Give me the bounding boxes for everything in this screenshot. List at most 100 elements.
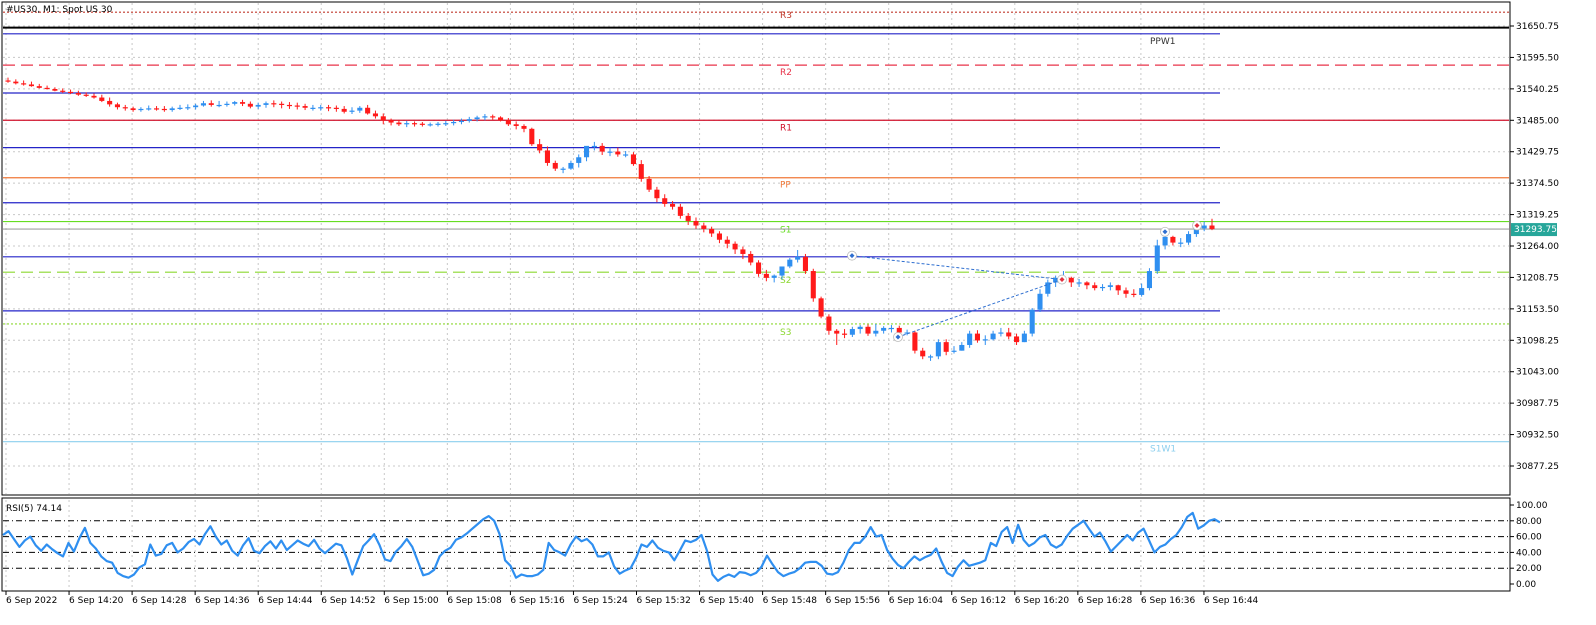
candle-body: [810, 271, 816, 299]
candle-body: [724, 239, 730, 244]
x-tick-label: 6 Sep 15:00: [384, 596, 439, 606]
candle-body: [912, 332, 918, 351]
candle-body: [357, 107, 363, 111]
candle-body: [685, 215, 691, 221]
rsi-tick-label: 20.00: [1516, 564, 1542, 574]
rsi-axis[interactable]: 100.00 80.00 60.00 40.00 20.00 0.00: [1510, 501, 1548, 590]
x-tick-label: 6 Sep 15:24: [573, 596, 628, 606]
candle-body: [920, 350, 926, 357]
candle-body: [842, 333, 848, 335]
candle-body: [599, 145, 605, 152]
candle-body: [208, 103, 214, 105]
candle-body: [60, 90, 66, 92]
y-tick-label: 31043.00: [1516, 368, 1559, 378]
x-tick-label: 6 Sep 14:28: [132, 596, 187, 606]
candle-body: [28, 84, 34, 87]
candle-body: [1014, 336, 1020, 343]
candle-body: [419, 123, 425, 125]
level-label: R1: [780, 123, 792, 133]
level-label: R3: [780, 11, 792, 21]
candle-body: [286, 104, 292, 107]
x-tick-label: 6 Sep 16:04: [889, 596, 944, 606]
candle-body: [372, 113, 378, 117]
candle-body: [1131, 293, 1137, 295]
candle-body: [380, 116, 386, 121]
main-panel-frame: [1, 1, 1511, 496]
level-label: S3: [780, 328, 791, 338]
candle-body: [193, 105, 199, 108]
y-tick-label: 30877.25: [1516, 462, 1559, 472]
candle-body: [896, 327, 902, 333]
x-tick-label: 6 Sep 15:08: [447, 596, 502, 606]
candle-body: [505, 120, 511, 125]
candle-body: [435, 123, 441, 125]
level-label: PP: [780, 181, 791, 191]
candle-body: [537, 144, 543, 151]
x-tick-label: 6 Sep 14:52: [321, 596, 375, 606]
current-price-label: 31293.75: [1514, 225, 1557, 235]
chart-title: #US30, M1: Spot US 30: [6, 5, 113, 15]
x-tick-label: 6 Sep 14:36: [195, 596, 250, 606]
candle-body: [5, 80, 11, 82]
candle-body: [216, 104, 222, 107]
candle-body: [474, 117, 480, 120]
candle-body: [576, 157, 582, 163]
rsi-label: RSI(5) 74.14: [6, 504, 62, 514]
chart-canvas[interactable]: R3PPW1R2R1PPS1S2S3S1W1 31650.7531595.503…: [0, 0, 1596, 621]
candle-body: [1162, 236, 1168, 246]
candle-body: [623, 154, 629, 156]
candle-body: [1092, 285, 1098, 289]
time-axis[interactable]: 6 Sep 2022 6 Sep 14:20 6 Sep 14:28 6 Sep 14…: [5, 591, 1259, 606]
y-tick-label: 31264.00: [1516, 242, 1559, 252]
candle-body: [271, 103, 277, 105]
candle-body: [654, 189, 660, 199]
candle-body: [584, 145, 590, 158]
rsi-tick-label: 80.00: [1516, 517, 1542, 527]
candle-body: [591, 145, 597, 148]
candle-body: [732, 243, 738, 250]
candle-body: [881, 327, 887, 331]
candle-body: [443, 123, 449, 125]
candle-body: [974, 333, 980, 341]
y-tick-label: 31098.25: [1516, 336, 1559, 346]
x-tick-label: 6 Sep 15:16: [510, 596, 565, 606]
candle-body: [779, 266, 785, 276]
candle-body: [341, 108, 347, 112]
x-tick-label: 6 Sep 15:56: [826, 596, 881, 606]
candle-body: [451, 121, 457, 124]
candle-body: [990, 333, 996, 340]
rsi-tick-label: 60.00: [1516, 533, 1542, 543]
x-tick-label: 6 Sep 16:44: [1204, 596, 1259, 606]
candle-body: [279, 103, 285, 105]
candle-body: [302, 106, 308, 108]
rsi-tick-label: 0.00: [1516, 580, 1536, 590]
candle-body: [630, 154, 636, 165]
level-label: R2: [780, 68, 792, 78]
candle-body: [21, 83, 27, 85]
candle-body: [716, 233, 722, 240]
candle-body: [52, 88, 58, 91]
candle-body: [677, 206, 683, 216]
candle-body: [458, 120, 464, 123]
candle-body: [998, 332, 1004, 334]
candle-body: [91, 95, 97, 98]
candle-body: [982, 339, 988, 341]
trading-chart-window[interactable]: R3 PPW1 R2 R1 PP S1 S2 S3 S1W1 31650.75 31595.50 3…: [0, 0, 1596, 621]
candle-body: [466, 119, 472, 121]
candle-body: [1021, 333, 1027, 343]
candle-body: [826, 316, 832, 331]
candle-body: [482, 116, 488, 118]
y-tick-label: 31485.00: [1516, 116, 1559, 126]
price-axis[interactable]: 31650.75 31595.50 31540.25 31485.00 31429.75…: [1510, 22, 1559, 472]
candle-body: [693, 220, 699, 226]
x-tick-label: 6 Sep 15:32: [637, 596, 691, 606]
candle-body: [748, 253, 754, 263]
candle-body: [740, 249, 746, 254]
candle-body: [771, 275, 777, 278]
candle-body: [138, 108, 144, 111]
candle-body: [326, 107, 332, 109]
candle-body: [232, 102, 238, 104]
candle-body: [404, 123, 410, 125]
candle-body: [294, 105, 300, 107]
candle-body: [255, 104, 261, 107]
